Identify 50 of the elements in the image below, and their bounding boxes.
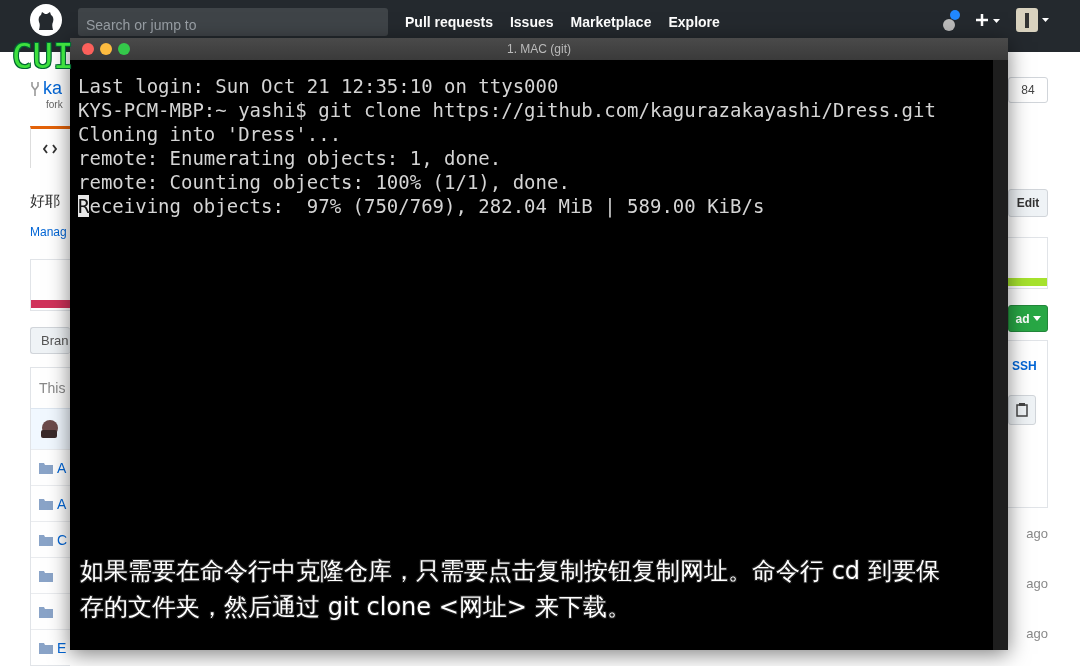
commit-age: ago [1025,574,1048,593]
plus-icon[interactable] [976,13,1002,27]
nav-link[interactable]: Explore [668,14,720,30]
code-tab[interactable] [30,126,70,168]
folder-icon [39,497,53,510]
window-control-icon[interactable] [118,43,130,55]
folder-name[interactable]: A [57,459,67,476]
edit-button[interactable]: Edit [1008,189,1048,217]
avatar-icon[interactable] [1016,8,1050,32]
code-icon [43,143,57,154]
folder-name[interactable]: A [57,495,67,512]
window-control-icon[interactable] [82,43,94,55]
terminal-line: KYS-PCM-MBP:~ yashi$ git clone https://github.com/kagurazakayashi/Dress.git [78,99,936,121]
manage-topics-link[interactable]: Manag [30,225,70,239]
folder-icon [39,569,53,582]
repo-name[interactable]: ka [43,78,62,99]
window-title: 1. MAC (git) [507,42,571,56]
logo-icon[interactable] [30,4,62,36]
notification-icon[interactable] [940,9,962,31]
subtitle: 如果需要在命令行中克隆仓库，只需要点击复制按钮复制网址。命令行 cd 到要保 [80,556,940,587]
folder-name[interactable]: C [57,531,68,548]
folder-icon [39,641,53,654]
subtitle: 存的文件夹，然后通过 git clone <网址> 来下载。 [80,592,632,623]
terminal-line: remote: Enumerating objects: 1, done. [78,147,502,169]
nav-link[interactable]: Issues [509,14,554,30]
window-control-icon[interactable] [100,43,112,55]
folder-icon [39,605,53,618]
ssh-link[interactable]: SSH [1012,359,1037,373]
folder-name[interactable]: E [57,639,67,656]
avatar-icon [39,419,59,439]
commit-age: ago [1025,624,1048,643]
caret-icon [1032,316,1041,321]
commit-age: ago [1025,524,1048,543]
folder-icon [39,533,53,546]
nav-link[interactable]: Marketplace [570,14,652,30]
folder-icon [39,461,53,474]
nav-link[interactable]: Pull requests [405,14,493,30]
scroll-bar[interactable] [993,60,1008,650]
fork-note: fork [46,99,64,110]
copy-button[interactable] [1008,395,1036,425]
terminal-line: Cloning into 'Dress'... [78,123,342,145]
terminal-line: remote: Counting objects: 100% (1/1), done. [78,171,570,193]
branch-button[interactable]: Bran [30,327,70,354]
fork-icon [30,80,40,97]
repo-description: 好耶 [30,192,61,211]
commit-message: This [39,380,66,396]
search-field[interactable]: Search or jump to [78,8,388,36]
clipboard-icon [1016,403,1028,417]
terminal-line: Last login: Sun Oct 21 12:35:10 on ttys000 [78,75,559,97]
clone-button[interactable]: ad [1008,305,1048,332]
